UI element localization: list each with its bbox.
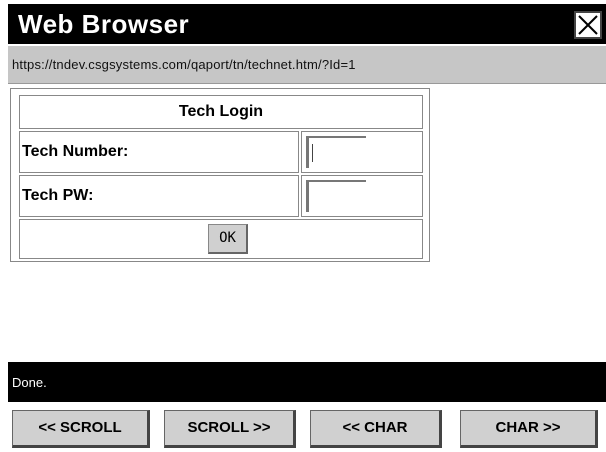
close-icon [578, 15, 598, 35]
address-url[interactable]: https://tndev.csgsystems.com/qaport/tn/t… [12, 57, 356, 72]
title-bar: Web Browser [8, 4, 606, 44]
tech-login-form: Tech Login Tech Number: Tech PW: OK [10, 88, 430, 262]
form-title: Tech Login [178, 103, 264, 120]
char-right-button[interactable]: CHAR >> [460, 410, 598, 448]
char-left-button[interactable]: << CHAR [310, 410, 442, 448]
tech-number-field[interactable] [306, 136, 366, 168]
tech-pw-field[interactable] [306, 180, 366, 212]
close-button[interactable] [574, 11, 602, 39]
tech-pw-label-cell: Tech PW: [19, 175, 299, 217]
tech-number-label: Tech Number: [22, 143, 129, 160]
ok-row: OK [19, 219, 423, 259]
tech-number-input-cell [301, 131, 423, 173]
button-bar: << SCROLL SCROLL >> << CHAR CHAR >> [8, 404, 606, 452]
tech-pw-label: Tech PW: [22, 187, 94, 204]
scroll-right-button[interactable]: SCROLL >> [164, 410, 296, 448]
page-content: Tech Login Tech Number: Tech PW: OK [8, 84, 606, 362]
tech-number-label-cell: Tech Number: [19, 131, 299, 173]
status-text: Done. [12, 375, 47, 390]
address-bar[interactable]: https://tndev.csgsystems.com/qaport/tn/t… [8, 46, 606, 84]
window-title: Web Browser [18, 9, 190, 39]
browser-window: Web Browser https://tndev.csgsystems.com… [0, 0, 606, 452]
text-cursor [312, 144, 313, 162]
status-bar: Done. [8, 362, 606, 402]
form-title-row: Tech Login [19, 95, 423, 129]
ok-button[interactable]: OK [208, 224, 248, 254]
scroll-left-button[interactable]: << SCROLL [12, 410, 150, 448]
tech-pw-input-cell [301, 175, 423, 217]
